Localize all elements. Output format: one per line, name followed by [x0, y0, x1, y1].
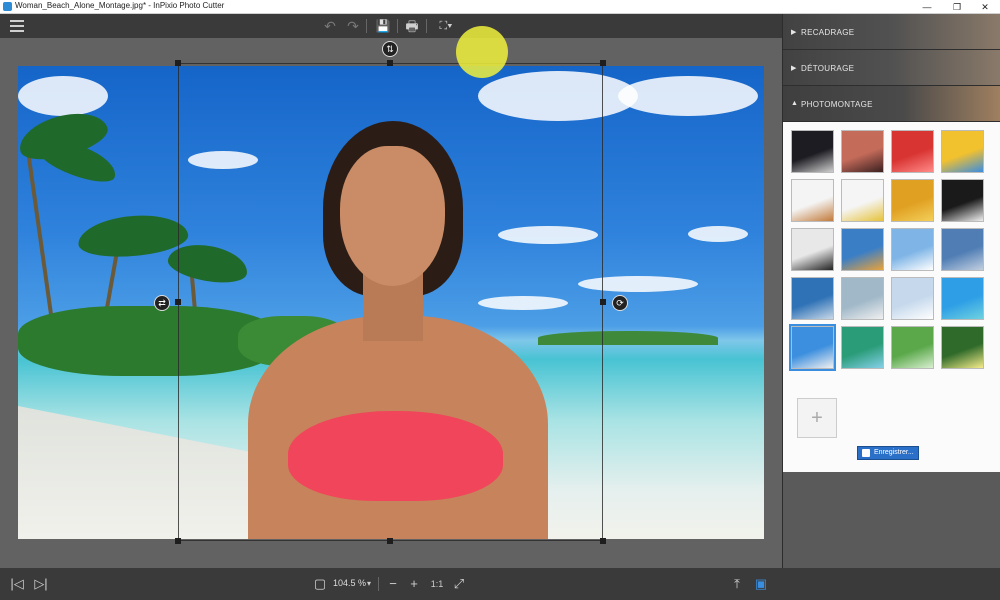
title-bar: Woman_Beach_Alone_Montage.jpg* - InPixio… [0, 0, 1000, 14]
background-thumbnail[interactable] [791, 277, 834, 320]
swap-icon[interactable]: ⇅ [382, 41, 398, 57]
background-thumbnail[interactable] [941, 277, 984, 320]
expand-arrow-icon: ▶ [791, 29, 797, 36]
crop-handle[interactable] [600, 538, 606, 544]
statusbar-divider [378, 577, 379, 591]
section-photomontage[interactable]: ▲ PHOTOMONTAGE [783, 86, 1000, 122]
background-thumbnail[interactable] [891, 179, 934, 222]
background-thumbnail[interactable] [941, 130, 984, 173]
zoom-in-icon[interactable]: + [405, 574, 423, 594]
toolbar-divider [426, 19, 427, 33]
toolbar-divider [366, 19, 367, 33]
maximize-button[interactable]: ❐ [942, 0, 972, 14]
background-thumbnail[interactable] [791, 228, 834, 271]
background-thumbnail[interactable] [791, 130, 834, 173]
expand-arrow-icon: ▶ [791, 65, 797, 72]
close-button[interactable]: ✕ [970, 0, 1000, 14]
background-thumbnail[interactable] [841, 228, 884, 271]
background-thumbnail[interactable] [791, 179, 834, 222]
flip-horizontal-icon[interactable]: ⇄ [154, 295, 170, 311]
background-thumbnail[interactable] [941, 228, 984, 271]
zoom-out-icon[interactable]: − [384, 574, 402, 594]
crop-handle[interactable] [387, 538, 393, 544]
background-thumbnail[interactable] [789, 324, 836, 371]
section-label: RECADRAGE [801, 28, 855, 37]
photo-canvas[interactable] [18, 66, 764, 539]
zoom-fit-icon[interactable]: ⤢ [450, 574, 468, 594]
section-detourage[interactable]: ▶ DÉTOURAGE [783, 50, 1000, 86]
crop-handle[interactable] [175, 60, 181, 66]
fit-view-icon[interactable]: ▢ [312, 574, 328, 594]
background-thumbnail[interactable] [891, 130, 934, 173]
save-button[interactable]: Enregistrer... [857, 446, 919, 460]
undo-icon[interactable]: ↶ [320, 17, 340, 35]
cursor-highlight [456, 26, 508, 78]
crop-handle[interactable] [387, 60, 393, 66]
background-thumbnail[interactable] [841, 326, 884, 369]
share-icon[interactable]: ⛶▾ [432, 17, 460, 35]
next-image-icon[interactable]: ▷| [32, 574, 50, 594]
section-label: PHOTOMONTAGE [801, 100, 873, 109]
right-panel: ▶ RECADRAGE ▶ DÉTOURAGE ▲ PHOTOMONTAGE +… [782, 14, 1000, 568]
actual-size-button[interactable]: 1:1 [427, 574, 447, 594]
section-label: DÉTOURAGE [801, 64, 855, 73]
hamburger-icon[interactable] [10, 20, 24, 32]
add-background-button[interactable]: + [797, 398, 837, 438]
section-recadrage[interactable]: ▶ RECADRAGE [783, 14, 1000, 50]
background-thumbnail[interactable] [841, 179, 884, 222]
crop-handle[interactable] [600, 299, 606, 305]
print-icon[interactable]: 🖶 [402, 17, 422, 35]
save-icon[interactable]: 💾 [373, 17, 393, 35]
minimize-button[interactable]: — [912, 0, 942, 14]
zoom-dropdown-icon[interactable]: ▾ [364, 574, 374, 594]
window-title: Woman_Beach_Alone_Montage.jpg* - InPixio… [15, 1, 225, 10]
zoom-level[interactable]: 104.5 % [333, 578, 366, 588]
background-thumbnail[interactable] [841, 277, 884, 320]
panel-footer [783, 472, 1000, 568]
crop-handle[interactable] [600, 60, 606, 66]
bottom-bar: |◁ ▷| ▢ 104.5 % ▾ − + 1:1 ⤢ ⤒ ▣ [0, 568, 1000, 600]
save-icon [862, 449, 870, 457]
background-thumbnail[interactable] [941, 326, 984, 369]
background-thumbnail[interactable] [891, 277, 934, 320]
rotate-icon[interactable]: ⟳ [612, 295, 628, 311]
top-toolbar: ↶ ↷ 💾 🖶 ⛶▾ [0, 14, 782, 38]
redo-icon[interactable]: ↷ [343, 17, 363, 35]
toolbar-divider [397, 19, 398, 33]
crop-handle[interactable] [175, 538, 181, 544]
save-label: Enregistrer... [874, 449, 914, 456]
canvas-area[interactable]: ⇅ ⇄ ⟳ [0, 38, 782, 568]
background-thumbnail[interactable] [941, 179, 984, 222]
background-grid: + Enregistrer... [783, 122, 1000, 472]
background-thumbnail[interactable] [891, 326, 934, 369]
panel-toggle-icon[interactable]: ▣ [752, 574, 770, 594]
crop-handle[interactable] [175, 299, 181, 305]
export-icon[interactable]: ⤒ [728, 574, 746, 594]
collapse-arrow-icon: ▲ [791, 100, 798, 107]
woman-subject [228, 121, 558, 539]
background-thumbnail[interactable] [891, 228, 934, 271]
app-icon [3, 2, 12, 11]
previous-image-icon[interactable]: |◁ [8, 574, 26, 594]
background-thumbnail[interactable] [841, 130, 884, 173]
